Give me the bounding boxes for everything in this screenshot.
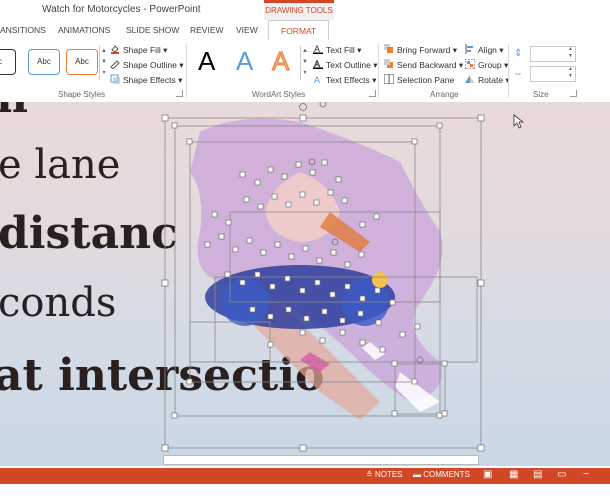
shape-effects-icon — [110, 74, 120, 84]
mouse-cursor-icon — [513, 114, 525, 129]
text-effects-button[interactable]: A Text Effects ▾ — [313, 74, 376, 86]
align-label: Align — [478, 45, 497, 55]
ribbon-separator — [508, 44, 509, 98]
shape-styles-dialog-launcher[interactable] — [176, 90, 183, 97]
text-fill-button[interactable]: A Text Fill ▾ — [313, 44, 361, 56]
group-label: Group — [478, 60, 502, 70]
arrange-group-label: Arrange — [430, 90, 459, 99]
shape-styles-group-label: Shape Styles — [58, 90, 106, 99]
comments-label: COMMENTS — [423, 470, 470, 479]
wordart-style-orange-outline[interactable]: A — [271, 46, 289, 77]
width-spin-arrows[interactable]: ▲ ▼ — [568, 66, 573, 80]
window-title: Watch for Motorcycles - PowerPoint — [42, 4, 201, 15]
shape-styles-gallery-scroll[interactable]: ▲ ▼ ▾ — [99, 46, 108, 80]
shape-fill-button[interactable]: Shape Fill ▾ — [110, 44, 167, 56]
height-spin-arrows[interactable]: ▲ ▼ — [568, 46, 573, 60]
shape-effects-label: Shape Effects — [123, 75, 176, 85]
notes-button[interactable]: ≛ NOTES — [366, 470, 403, 479]
align-icon — [465, 44, 475, 54]
notes-icon: ≛ — [366, 470, 373, 479]
shape-style-preset-1[interactable]: c — [0, 49, 16, 75]
zoom-out-icon[interactable]: − — [583, 469, 589, 480]
ribbon-tabs: ANSITIONS ANIMATIONS SLIDE SHOW REVIEW V… — [0, 20, 610, 42]
comments-button[interactable]: ▬ COMMENTS — [413, 470, 470, 479]
selection-pane-button[interactable]: Selection Pane — [383, 73, 455, 85]
size-group-label: Size — [533, 90, 549, 99]
wordart-styles-group-label: WordArt Styles — [252, 90, 306, 99]
ribbon-separator — [186, 44, 187, 98]
rotate-button[interactable]: Rotate ▾ — [465, 74, 510, 86]
horizontal-scrollbar[interactable] — [163, 455, 479, 465]
rotate-icon — [465, 74, 475, 84]
shape-height-icon: ⇕ — [514, 48, 523, 59]
wordart-style-black[interactable]: A — [198, 46, 215, 77]
shape-width-icon: ⇔ — [513, 68, 523, 79]
pencil-icon — [110, 59, 120, 70]
send-backward-icon — [384, 59, 394, 69]
notes-label: NOTES — [374, 470, 403, 479]
reading-view-icon[interactable]: ▤ — [533, 469, 542, 480]
normal-view-icon[interactable]: ▣ — [483, 469, 492, 480]
rotate-label: Rotate — [478, 75, 504, 85]
send-backward-button[interactable]: Send Backward ▾ — [384, 59, 463, 71]
text-fill-label: Text Fill — [326, 45, 355, 55]
text-fill-icon: A — [313, 44, 323, 54]
tab-animations[interactable]: ANIMATIONS — [58, 25, 110, 35]
slide-sorter-icon[interactable]: ▦ — [509, 469, 518, 480]
slide-canvas[interactable]: h e lane distanc conds at intersectio — [0, 102, 610, 466]
paint-bucket-icon — [110, 44, 120, 54]
slide-show-icon[interactable]: ▭ — [557, 469, 566, 480]
shape-outline-button[interactable]: Shape Outline ▾ — [110, 59, 184, 71]
wordart-gallery-scroll[interactable]: ▲ ▼ ▾ — [300, 46, 309, 80]
wordart-style-blue[interactable]: A — [236, 46, 253, 77]
drawing-tools-context-label: DRAWING TOOLS — [264, 0, 334, 20]
wordart-styles-dialog-launcher[interactable] — [369, 90, 376, 97]
text-effects-label: Text Effects — [326, 75, 370, 85]
shape-style-preset-3[interactable]: Abc — [66, 49, 98, 75]
send-backward-label: Send Backward — [397, 60, 457, 70]
tab-slide-show[interactable]: SLIDE SHOW — [126, 25, 179, 35]
size-dialog-launcher[interactable] — [570, 90, 577, 97]
text-outline-button[interactable]: A Text Outline ▾ — [313, 59, 378, 71]
tab-view[interactable]: VIEW — [236, 25, 258, 35]
ribbon-separator — [378, 44, 379, 98]
title-bar: Watch for Motorcycles - PowerPoint DRAWI… — [0, 0, 610, 20]
svg-text:A: A — [314, 75, 320, 84]
bring-forward-label: Bring Forward — [397, 45, 451, 55]
tab-format[interactable]: FORMAT — [268, 20, 330, 42]
text-outline-icon: A — [313, 59, 323, 69]
align-button[interactable]: Align ▾ — [465, 44, 504, 56]
tab-review[interactable]: REVIEW — [190, 25, 224, 35]
status-bar: ≛ NOTES ▬ COMMENTS ▣ ▦ ▤ ▭ − — [0, 468, 610, 484]
tab-transitions[interactable]: ANSITIONS — [0, 25, 46, 35]
shape-fill-label: Shape Fill — [123, 45, 161, 55]
shape-outline-label: Shape Outline — [123, 60, 177, 70]
bring-forward-button[interactable]: Bring Forward ▾ — [384, 44, 457, 56]
ribbon: c Abc Abc ▲ ▼ ▾ Shape Fill ▾ Shape Outline… — [0, 40, 610, 103]
shape-style-preset-2[interactable]: Abc — [28, 49, 60, 75]
bring-forward-icon — [384, 44, 394, 54]
selection-pane-label: Selection Pane — [397, 75, 455, 85]
selection-pane-icon — [383, 73, 395, 85]
group-icon — [464, 58, 476, 70]
group-button[interactable]: Group ▾ — [464, 58, 508, 71]
text-effects-icon: A — [313, 74, 323, 85]
motorcycle-headlight — [372, 272, 388, 288]
motorcycle-clip-art[interactable] — [0, 102, 610, 466]
comment-icon: ▬ — [413, 470, 421, 479]
text-outline-label: Text Outline — [326, 60, 371, 70]
shape-effects-button[interactable]: Shape Effects ▾ — [110, 74, 182, 86]
